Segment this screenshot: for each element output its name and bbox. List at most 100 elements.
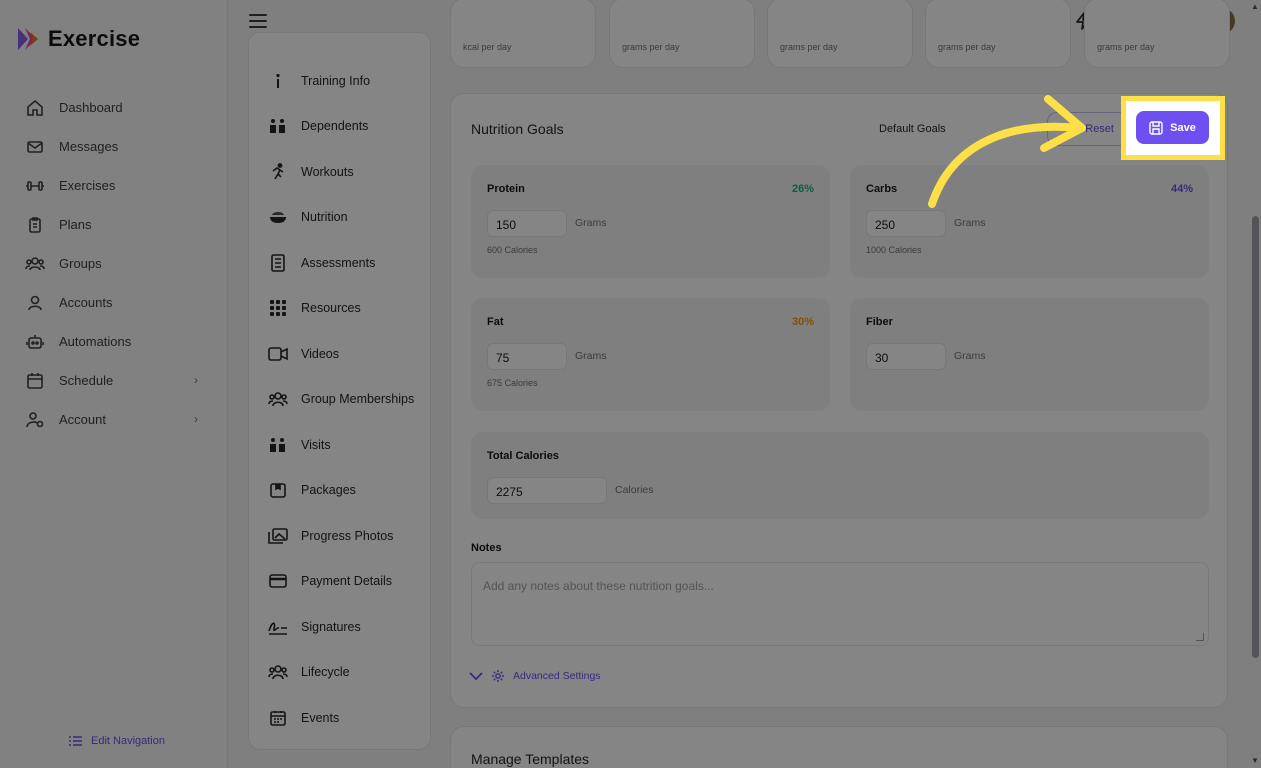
notes-label: Notes — [471, 542, 502, 554]
submenu-item-visits[interactable]: Visits — [268, 434, 331, 456]
submenu-item-packages[interactable]: Packages — [268, 479, 356, 501]
submenu-label: Progress Photos — [301, 529, 394, 543]
submenu-label: Assessments — [301, 256, 376, 270]
protein-box: Protein 26% 150 Grams 600 Calories — [471, 165, 830, 278]
calendar-icon — [24, 370, 46, 392]
total-calories-label: Total Calories — [487, 450, 559, 462]
submenu-label: Payment Details — [301, 574, 393, 588]
nav-item-account[interactable]: Account › — [24, 400, 204, 439]
info-icon — [268, 73, 288, 89]
fiber-grams-input[interactable]: 30 — [866, 343, 946, 370]
calories-label: 600 Calories — [487, 245, 538, 255]
unit-label: Grams — [954, 350, 986, 362]
submenu-item-training-info[interactable]: Training Info — [268, 70, 370, 92]
nav-label: Plans — [59, 217, 92, 232]
nav-label: Automations — [59, 334, 132, 349]
macro-name: Fat — [487, 316, 504, 328]
card-title: Nutrition Goals — [471, 121, 564, 137]
fiber-box: Fiber 30 Grams — [850, 298, 1209, 411]
nav-item-groups[interactable]: Groups — [24, 244, 204, 283]
nav-label: Dashboard — [59, 100, 123, 115]
submenu-label: Events — [301, 711, 340, 725]
tutorial-arrow-icon — [928, 95, 1086, 208]
submenu-item-lifecycle[interactable]: Lifecycle — [268, 661, 350, 683]
submenu-item-assessments[interactable]: Assessments — [268, 252, 375, 274]
submenu-item-videos[interactable]: Videos — [268, 343, 339, 365]
notes-textarea[interactable]: Add any notes about these nutrition goal… — [471, 562, 1209, 646]
summary-label: grams per day — [1097, 42, 1155, 52]
clipboard-icon — [24, 214, 46, 236]
edit-navigation-link[interactable]: Edit Navigation — [68, 735, 165, 747]
summary-card-fiber: grams per day — [1084, 0, 1230, 68]
robot-icon — [24, 331, 46, 353]
save-button[interactable]: Save — [1136, 111, 1209, 144]
submenu-item-payment-details[interactable]: Payment Details — [268, 570, 392, 592]
running-icon — [268, 163, 288, 181]
summary-label: grams per day — [622, 42, 680, 52]
submenu-label: Nutrition — [301, 210, 348, 224]
submenu-label: Videos — [301, 347, 339, 361]
submenu-label: Dependents — [301, 119, 369, 133]
grid-icon — [268, 300, 288, 316]
nav-item-dashboard[interactable]: Dashboard — [24, 88, 204, 127]
nav-label: Messages — [59, 139, 119, 154]
submenu-item-resources[interactable]: Resources — [268, 297, 361, 319]
submenu-item-progress-photos[interactable]: Progress Photos — [268, 525, 393, 547]
protein-grams-input[interactable]: 150 — [487, 210, 567, 237]
nav-item-exercises[interactable]: Exercises — [24, 166, 204, 205]
bowl-icon — [268, 209, 288, 225]
unit-label: Grams — [575, 217, 607, 229]
brand-logo-icon — [16, 26, 40, 52]
macro-percent: 44% — [1170, 183, 1193, 195]
card-icon — [268, 574, 288, 588]
video-icon — [268, 347, 288, 361]
sidebar: Exercise Dashboard Messages Exercises Pl… — [0, 0, 228, 768]
summary-label: grams per day — [938, 42, 996, 52]
home-icon — [24, 97, 46, 119]
macro-name: Fiber — [866, 316, 893, 328]
nav-item-messages[interactable]: Messages — [24, 127, 204, 166]
menu-toggle-button[interactable] — [249, 14, 267, 30]
scrollbar-thumb[interactable] — [1252, 216, 1259, 658]
brand[interactable]: Exercise — [16, 26, 140, 52]
nav-item-plans[interactable]: Plans — [24, 205, 204, 244]
submenu-item-workouts[interactable]: Workouts — [268, 161, 354, 183]
total-calories-box: Total Calories 2275 Calories — [471, 432, 1209, 519]
nav-item-automations[interactable]: Automations — [24, 322, 204, 361]
unit-label: Calories — [615, 484, 654, 496]
manage-templates-title: Manage Templates — [471, 751, 590, 767]
nav-item-accounts[interactable]: Accounts — [24, 283, 204, 322]
advanced-settings-label: Advanced Settings — [513, 670, 601, 682]
macro-percent: 26% — [791, 183, 814, 195]
submenu-label: Lifecycle — [301, 665, 350, 679]
gear-icon — [492, 670, 504, 682]
chevron-right-icon[interactable]: › — [194, 412, 198, 426]
submenu-item-events[interactable]: Events — [268, 707, 339, 729]
nav-item-schedule[interactable]: Schedule › — [24, 361, 204, 400]
scroll-up-icon[interactable]: ▲ — [1251, 2, 1259, 11]
total-calories-input[interactable]: 2275 — [487, 477, 607, 504]
save-label: Save — [1170, 121, 1196, 134]
submenu-label: Packages — [301, 483, 356, 497]
package-icon — [268, 482, 288, 498]
submenu-item-dependents[interactable]: Dependents — [268, 115, 368, 137]
edit-navigation-label: Edit Navigation — [91, 735, 165, 747]
submenu-item-group-memberships[interactable]: Group Memberships — [268, 388, 414, 410]
nav-label: Accounts — [59, 295, 113, 310]
notes-placeholder: Add any notes about these nutrition goal… — [483, 579, 714, 593]
resize-handle-icon[interactable] — [1196, 633, 1204, 641]
fat-box: Fat 30% 75 Grams 675 Calories — [471, 298, 830, 411]
brand-name: Exercise — [48, 26, 141, 51]
dumbbell-icon — [24, 175, 46, 197]
fat-grams-input[interactable]: 75 — [487, 343, 567, 370]
chevron-right-icon[interactable]: › — [194, 373, 198, 387]
calories-label: 1000 Calories — [866, 245, 922, 255]
advanced-settings-toggle[interactable]: Advanced Settings — [469, 669, 601, 683]
nav-label: Account — [59, 412, 106, 427]
submenu-item-nutrition[interactable]: Nutrition — [268, 206, 348, 228]
checklist-icon — [268, 254, 288, 272]
submenu-label: Signatures — [301, 620, 361, 634]
summary-card-carbs: grams per day — [767, 0, 913, 68]
scroll-down-icon[interactable]: ▼ — [1251, 756, 1259, 765]
submenu-item-signatures[interactable]: Signatures — [268, 616, 361, 638]
